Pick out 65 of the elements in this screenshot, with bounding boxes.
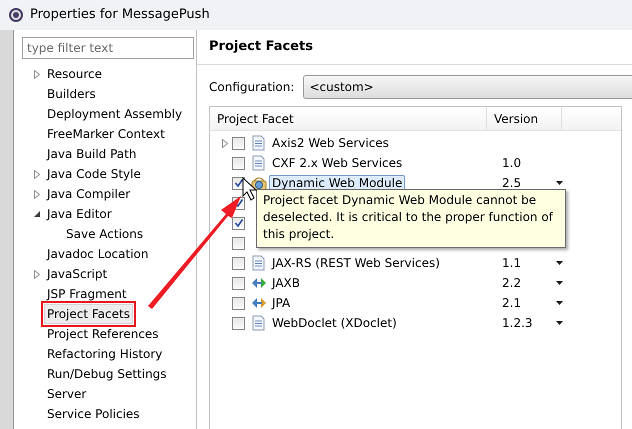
sidebar-item[interactable]: Java Build Path	[44, 144, 140, 164]
document-icon	[251, 315, 267, 331]
checkbox[interactable]	[232, 276, 245, 290]
page-title: Project Facets	[209, 38, 313, 56]
sidebar-item[interactable]: Save Actions	[63, 224, 146, 244]
version-text: 2.2	[502, 276, 522, 290]
facet-name[interactable]: JAXB	[269, 275, 303, 291]
column-header[interactable]: Project Facet	[210, 107, 487, 130]
sidebar-item[interactable]: JSP Fragment	[44, 284, 130, 304]
column-header[interactable]: Version	[487, 107, 562, 130]
dropdown-icon[interactable]	[556, 301, 563, 305]
version-text: 1.1	[502, 256, 522, 270]
checkbox[interactable]	[232, 156, 245, 170]
checkbox[interactable]	[232, 216, 245, 230]
sidebar-item[interactable]: Java Code Style	[44, 164, 144, 184]
sidebar-item[interactable]: Java Compiler	[44, 184, 134, 204]
sidebar-item[interactable]: Project References	[44, 324, 162, 344]
sidebar-item[interactable]: Service Policies	[44, 404, 143, 424]
arrows-icon	[251, 275, 267, 291]
facet-name[interactable]: WebDoclet (XDoclet)	[269, 315, 400, 331]
checkbox[interactable]	[232, 236, 245, 250]
checkbox[interactable]	[232, 296, 245, 310]
dropdown-icon[interactable]	[556, 181, 563, 185]
configuration-dropdown[interactable]: <custom>	[303, 75, 632, 99]
document-icon	[251, 155, 267, 171]
sidebar-item[interactable]: FreeMarker Context	[44, 124, 168, 144]
filter-field[interactable]: type filter text	[22, 37, 194, 59]
sidebar-item[interactable]: Deployment Assembly	[44, 104, 186, 124]
collapse-icon[interactable]	[33, 210, 41, 218]
expand-icon[interactable]	[33, 170, 41, 178]
dropdown-icon[interactable]	[556, 261, 563, 265]
sidebar-item[interactable]: Java Editor	[44, 204, 115, 224]
facet-name[interactable]: JAX-RS (REST Web Services)	[269, 255, 443, 271]
sidebar-item[interactable]: Project Facets	[44, 304, 133, 324]
tooltip: Project facet Dynamic Web Module cannot be deselected. It is critical to the proper function of this project.	[256, 189, 566, 248]
expand-icon[interactable]	[221, 138, 229, 148]
sidebar-item[interactable]: Resource	[44, 64, 106, 84]
gear-icon	[8, 7, 24, 23]
window-title: Properties for MessagePush	[30, 6, 210, 24]
checkbox[interactable]	[232, 256, 245, 270]
sidebar-item[interactable]: Run/Debug Settings	[44, 364, 170, 384]
cursor-icon	[242, 176, 258, 201]
version-text: 2.5	[502, 176, 522, 190]
dropdown-icon[interactable]	[556, 281, 563, 285]
checkbox[interactable]	[232, 136, 245, 150]
facet-name[interactable]: Axis2 Web Services	[269, 135, 392, 151]
checkbox[interactable]	[232, 316, 245, 330]
expand-icon[interactable]	[33, 190, 41, 198]
sidebar-item[interactable]: Refactoring History	[44, 344, 166, 364]
expand-icon[interactable]	[33, 70, 41, 78]
facet-name[interactable]: CXF 2.x Web Services	[269, 155, 406, 171]
facet-name[interactable]: JPA	[269, 295, 294, 311]
sidebar-item[interactable]: Server	[44, 384, 90, 404]
sidebar-item[interactable]: Builders	[44, 84, 99, 104]
expand-icon[interactable]	[33, 270, 41, 278]
document-icon	[251, 135, 267, 151]
document-icon	[251, 255, 267, 271]
sidebar-item[interactable]: JavaScript	[44, 264, 110, 284]
configuration-label: Configuration:	[209, 79, 294, 96]
dropdown-icon[interactable]	[556, 321, 563, 325]
sidebar-item[interactable]: Javadoc Location	[44, 244, 152, 264]
version-text: 1.2.3	[502, 316, 533, 330]
version-text: 2.1	[502, 296, 522, 310]
version-text: 1.0	[502, 156, 522, 170]
arrows-icon	[251, 295, 267, 311]
